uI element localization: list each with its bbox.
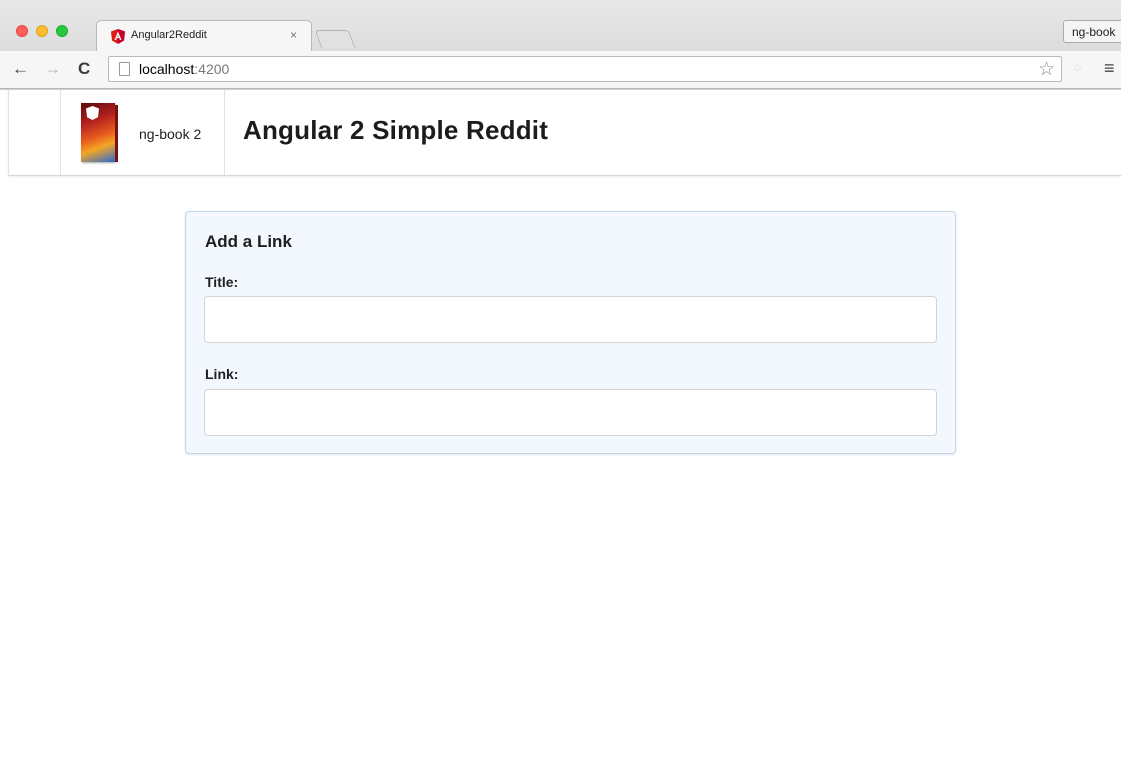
brand-label: ng-book 2 [139,126,202,142]
chrome-menu-icon[interactable]: ≡ [1104,58,1115,79]
url-port: :4200 [194,61,230,77]
back-arrow-icon[interactable]: ← [12,59,29,79]
app-header: ng-book 2 Angular 2 Simple Reddit [8,90,1121,176]
extension-icon[interactable]: ◌ [1074,60,1081,74]
link-label: Link: [205,366,239,382]
close-window-button[interactable] [16,25,28,37]
minimize-window-button[interactable] [36,25,48,37]
maximize-window-button[interactable] [56,25,68,37]
url-text: localhost:4200 [139,61,229,77]
angular-shield-icon [86,106,99,120]
new-tab-button[interactable] [314,30,356,48]
add-link-form: Add a Link Title: Link: [185,211,956,454]
browser-titlebar: Angular2Reddit × ng-book [0,0,1121,51]
title-input[interactable] [204,296,937,343]
bookmark-star-icon[interactable]: ☆ [1038,58,1055,81]
address-bar[interactable]: localhost:4200 ☆ [108,56,1062,82]
link-input[interactable] [204,389,937,436]
angular-favicon-icon [111,29,125,44]
tab-close-icon[interactable]: × [290,28,297,42]
reload-icon[interactable]: C [78,59,90,79]
url-host: localhost [139,61,195,77]
tab-title: Angular2Reddit [131,29,207,41]
book-spine [115,105,118,162]
title-label: Title: [205,274,239,290]
brand-link[interactable]: ng-book 2 [60,90,225,175]
browser-toolbar: ← → C localhost:4200 ☆ [0,51,1121,89]
profile-button[interactable]: ng-book [1063,20,1121,43]
forward-arrow-icon[interactable]: → [44,59,61,79]
form-heading: Add a Link [205,232,292,251]
page-title: Angular 2 Simple Reddit [243,115,549,145]
browser-tab-active[interactable]: Angular2Reddit × [96,20,312,51]
ng-book-cover-logo [81,103,118,162]
page-icon [119,62,130,76]
